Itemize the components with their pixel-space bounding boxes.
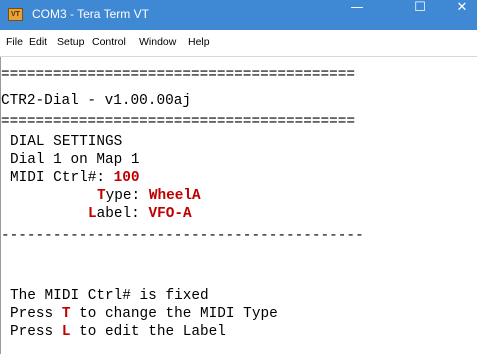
window-title: COM3 - Tera Term VT <box>32 7 149 21</box>
firmware-heading: CTR2-Dial - v1.00.00aj <box>1 93 191 109</box>
terminal-screen[interactable]: ========================================… <box>0 57 477 354</box>
section-title: DIAL SETTINGS <box>10 134 123 150</box>
press-l-suffix: to edit the Label <box>70 324 226 340</box>
maximize-button[interactable]: ☐ <box>399 0 441 30</box>
label-value: VFO-A <box>148 206 192 222</box>
press-t-prefix: Press <box>10 306 62 322</box>
separator-double-bottom: ========================================… <box>1 114 356 130</box>
separator-dashed: ----------------------------------------… <box>1 228 364 244</box>
title-bar[interactable]: VT COM3 - Tera Term VT — ☐ ✕ <box>0 0 477 30</box>
menu-control[interactable]: Control <box>92 36 126 48</box>
menu-file[interactable]: File <box>6 36 23 48</box>
menu-help[interactable]: Help <box>188 36 210 48</box>
maximize-icon: ☐ <box>414 0 426 15</box>
label-hotkey: L <box>88 206 97 222</box>
menu-edit[interactable]: Edit <box>29 36 47 48</box>
type-line: Type: WheelA <box>97 187 201 205</box>
press-t-suffix: to change the MIDI Type <box>70 306 278 322</box>
close-icon: ✕ <box>456 0 468 15</box>
press-l-line: Press L to edit the Label <box>10 323 226 341</box>
tera-term-app-icon: VT <box>8 8 23 21</box>
label-label: abel: <box>96 206 149 222</box>
close-button[interactable]: ✕ <box>447 0 477 30</box>
dial-info: Dial 1 on Map 1 <box>10 152 140 168</box>
minimize-button[interactable]: — <box>336 0 378 30</box>
label-line: Label: VFO-A <box>88 205 192 223</box>
midi-ctrl-value: 100 <box>113 170 140 186</box>
minimize-icon: — <box>350 0 364 15</box>
msg-fixed: The MIDI Ctrl# is fixed <box>10 288 209 304</box>
midi-ctrl-line: MIDI Ctrl#: 100 <box>10 169 140 187</box>
type-label: ype: <box>105 188 149 204</box>
type-value: WheelA <box>148 188 201 204</box>
menu-bar: File Edit Setup Control Window Help <box>0 30 477 57</box>
type-hotkey: T <box>97 188 106 204</box>
menu-window[interactable]: Window <box>139 36 176 48</box>
press-t-line: Press T to change the MIDI Type <box>10 305 278 323</box>
press-l-prefix: Press <box>10 324 62 340</box>
midi-ctrl-label: MIDI Ctrl#: <box>10 170 114 186</box>
separator-double-top: ========================================… <box>1 67 356 83</box>
menu-setup[interactable]: Setup <box>57 36 84 48</box>
